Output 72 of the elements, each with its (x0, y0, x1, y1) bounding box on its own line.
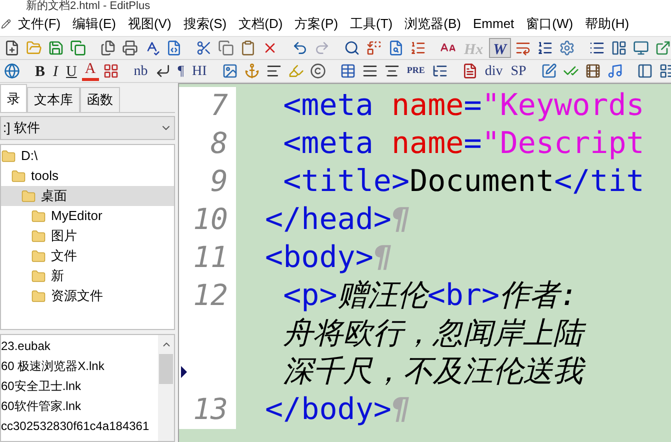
toolbar-button[interactable]: W (489, 38, 511, 58)
code-editor[interactable]: 7 <meta name="Keywords 8 <meta name="Descript 9 <title>Document</tit 10 </head>¶ 11 <body>¶ 12 <p>赠汪伦<br>作者: 舟将欧行，忽闻岸上陆 深千尺，不及汪伦送我 13 </body>¶ (178, 83, 671, 442)
toolbar-button[interactable]: SP (508, 61, 530, 81)
sidebar-tab[interactable]: 文本库 (27, 87, 80, 112)
file-item[interactable]: 60 极速浏览器X.lnk (1, 356, 158, 376)
file-item[interactable]: cc302532830f61c4a184361 (1, 416, 158, 436)
menu-item[interactable]: 编辑(E) (68, 14, 121, 34)
menu-item[interactable]: 方案(P) (290, 14, 344, 34)
tree-item[interactable]: 图片 (1, 226, 174, 246)
file-item[interactable]: 60安全卫士.lnk (1, 376, 158, 396)
menu-item[interactable]: 搜索(S) (178, 14, 232, 34)
tree-item[interactable]: 文件 (1, 246, 174, 266)
code-line: <title>Document</tit (282, 163, 644, 201)
folder-icon (31, 208, 46, 224)
file-item[interactable]: 60软件管家.lnk (1, 396, 158, 416)
toolbar-button[interactable]: HI (189, 61, 210, 81)
file-item[interactable]: 23.eubak (1, 336, 158, 356)
code-line: <meta name="Descript (282, 125, 644, 163)
tree-item[interactable]: D:\ (1, 146, 174, 166)
code-line: 深千尺，不及汪伦送我 (236, 353, 584, 391)
globe-icon[interactable] (2, 61, 22, 81)
folder-icon (31, 288, 46, 304)
line-number: 10 (193, 201, 228, 238)
menu-item[interactable]: Emmet (468, 14, 520, 34)
code-line: <body>¶ (264, 239, 392, 277)
menu-item[interactable]: 浏览器(B) (400, 14, 466, 34)
drive-dropdown[interactable]: :] 软件 (0, 116, 175, 140)
folder-icon (1, 148, 16, 164)
sidebar-tab[interactable]: 录 (0, 84, 27, 112)
code-line: <p>赠汪伦<br>作者: (282, 277, 578, 315)
menu-item[interactable]: 窗口(W) (521, 14, 578, 34)
menu-item[interactable]: 工具(T) (345, 14, 398, 34)
tree-item[interactable]: 资源文件 (1, 286, 174, 306)
menu-item[interactable]: 文件(F) (13, 14, 66, 34)
code-line: </head>¶ (264, 201, 410, 239)
copyright-icon[interactable] (308, 61, 328, 81)
printer-icon[interactable] (120, 38, 140, 58)
menu-item[interactable]: 视图(V) (122, 14, 176, 34)
folder-icon (31, 248, 46, 264)
toolbar-button[interactable]: nb (130, 61, 151, 81)
code-line: <meta name="Keywords (282, 87, 644, 125)
line-number: 9 (210, 163, 228, 200)
toolbar-button[interactable]: U (63, 61, 80, 81)
toolbar-button[interactable]: PRE (404, 61, 428, 81)
tree-item[interactable]: 新 (1, 266, 174, 286)
marker-icon (181, 366, 187, 378)
sidebar-tab[interactable]: 函数 (80, 87, 120, 112)
menu-item[interactable]: 文档(D) (234, 14, 288, 34)
tree-item[interactable]: tools (1, 166, 174, 186)
save-all-icon[interactable] (68, 38, 88, 58)
menu-item[interactable]: 帮助(H) (580, 14, 634, 34)
line-number: 8 (210, 125, 228, 162)
window-title: 新的文档2.html - EditPlus (26, 1, 150, 12)
folder-icon (31, 228, 46, 244)
line-number: 12 (193, 277, 228, 314)
toolbar-button[interactable]: A (82, 61, 99, 81)
tree-item[interactable]: 桌面 (1, 186, 174, 206)
folder-icon (31, 268, 46, 284)
code-line: </body>¶ (264, 391, 410, 429)
line-number: 13 (193, 391, 228, 428)
line-number: 11 (193, 239, 228, 276)
tree-item[interactable]: MyEditor (1, 206, 174, 226)
toolbar-button[interactable]: ¶ (174, 61, 188, 81)
toolbar-button[interactable]: B (32, 61, 48, 81)
folder-icon (21, 188, 36, 204)
folder-icon (11, 168, 26, 184)
scrollbar[interactable] (158, 335, 174, 441)
copy-icon[interactable] (216, 38, 236, 58)
pencil-icon (1, 19, 11, 29)
line-number: 7 (210, 87, 228, 124)
toolbar-button[interactable]: div (482, 61, 506, 81)
toolbar-button[interactable]: I (50, 61, 62, 81)
